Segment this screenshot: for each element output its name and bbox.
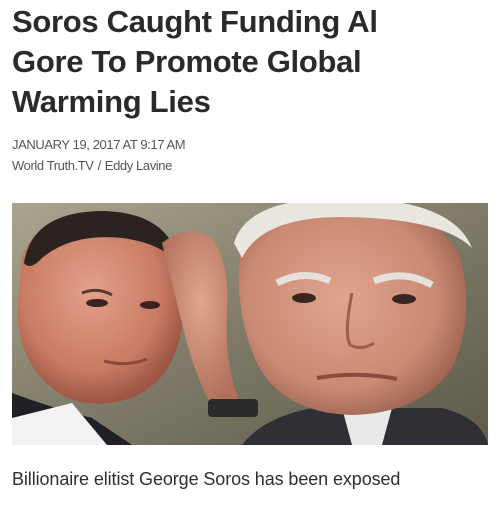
photo-illustration <box>12 203 488 445</box>
source-link[interactable]: World Truth.TV <box>12 158 94 173</box>
article-photo <box>12 203 488 445</box>
byline: World Truth.TV / Eddy Lavine <box>12 158 172 173</box>
author-link[interactable]: Eddy Lavine <box>105 158 173 173</box>
article-lead: Billionaire elitist George Soros has bee… <box>12 469 401 489</box>
publish-date: JANUARY 19, 2017 AT 9:17 AM <box>12 137 186 152</box>
byline-separator: / <box>97 158 102 173</box>
headline-line-2: Gore To Promote Global <box>12 44 362 79</box>
headline-line-1: Soros Caught Funding Al <box>12 4 378 39</box>
headline-line-3: Warming Lies <box>12 84 211 119</box>
article: Soros Caught Funding Al Gore To Promote … <box>0 0 500 522</box>
article-headline[interactable]: Soros Caught Funding Al Gore To Promote … <box>12 2 488 122</box>
